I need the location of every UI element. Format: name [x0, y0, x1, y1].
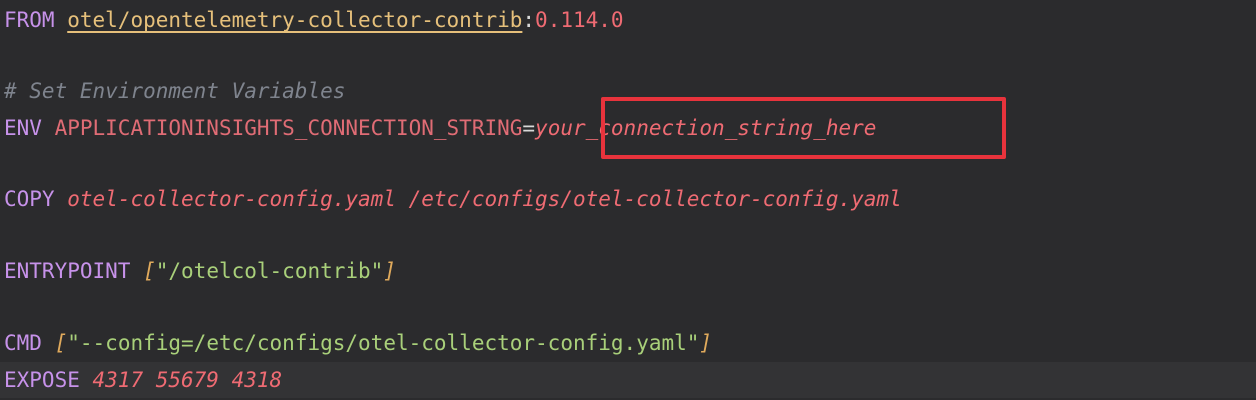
- code-line-copy[interactable]: COPY otel-collector-config.yaml /etc/con…: [4, 181, 902, 217]
- code-line-entrypoint[interactable]: ENTRYPOINT ["/otelcol-contrib"]: [4, 253, 396, 289]
- env-variable-name: APPLICATIONINSIGHTS_CONNECTION_STRING: [54, 116, 523, 140]
- expose-keyword: EXPOSE: [4, 368, 80, 392]
- cmd-close-bracket: ]: [699, 331, 713, 355]
- copy-keyword: COPY: [4, 187, 55, 211]
- expose-ports: 4317 55679 4318: [92, 368, 283, 392]
- entrypoint-keyword: ENTRYPOINT: [4, 259, 131, 283]
- entrypoint-arg: "/otelcol-contrib": [155, 259, 384, 283]
- image-tag: 0.114.0: [535, 8, 624, 32]
- cmd-open-bracket: [: [54, 331, 68, 355]
- code-line-env[interactable]: ENV APPLICATIONINSIGHTS_CONNECTION_STRIN…: [4, 110, 876, 146]
- entrypoint-close-bracket: ]: [383, 259, 396, 283]
- base-image-link[interactable]: otel/opentelemetry-collector-contrib: [67, 8, 522, 32]
- code-line-expose[interactable]: EXPOSE 4317 55679 4318: [0, 362, 1256, 398]
- cmd-keyword: CMD: [4, 331, 42, 355]
- from-keyword: FROM: [4, 8, 55, 32]
- comment-text: # Set Environment Variables: [4, 79, 346, 103]
- env-variable-value: your_connection_string_here: [535, 116, 877, 140]
- cmd-arg: "--config=/etc/configs/otel-collector-co…: [67, 331, 700, 355]
- copy-args: otel-collector-config.yaml /etc/configs/…: [67, 187, 902, 211]
- code-line-comment[interactable]: # Set Environment Variables: [4, 73, 345, 109]
- entrypoint-open-bracket: [: [143, 259, 156, 283]
- code-line-from[interactable]: FROM otel/opentelemetry-collector-contri…: [4, 2, 624, 38]
- code-line-cmd[interactable]: CMD ["--config=/etc/configs/otel-collect…: [4, 325, 712, 361]
- env-equals: =: [522, 116, 536, 140]
- env-keyword: ENV: [4, 116, 42, 140]
- image-separator: :: [522, 8, 536, 32]
- code-editor[interactable]: FROM otel/opentelemetry-collector-contri…: [0, 0, 1256, 400]
